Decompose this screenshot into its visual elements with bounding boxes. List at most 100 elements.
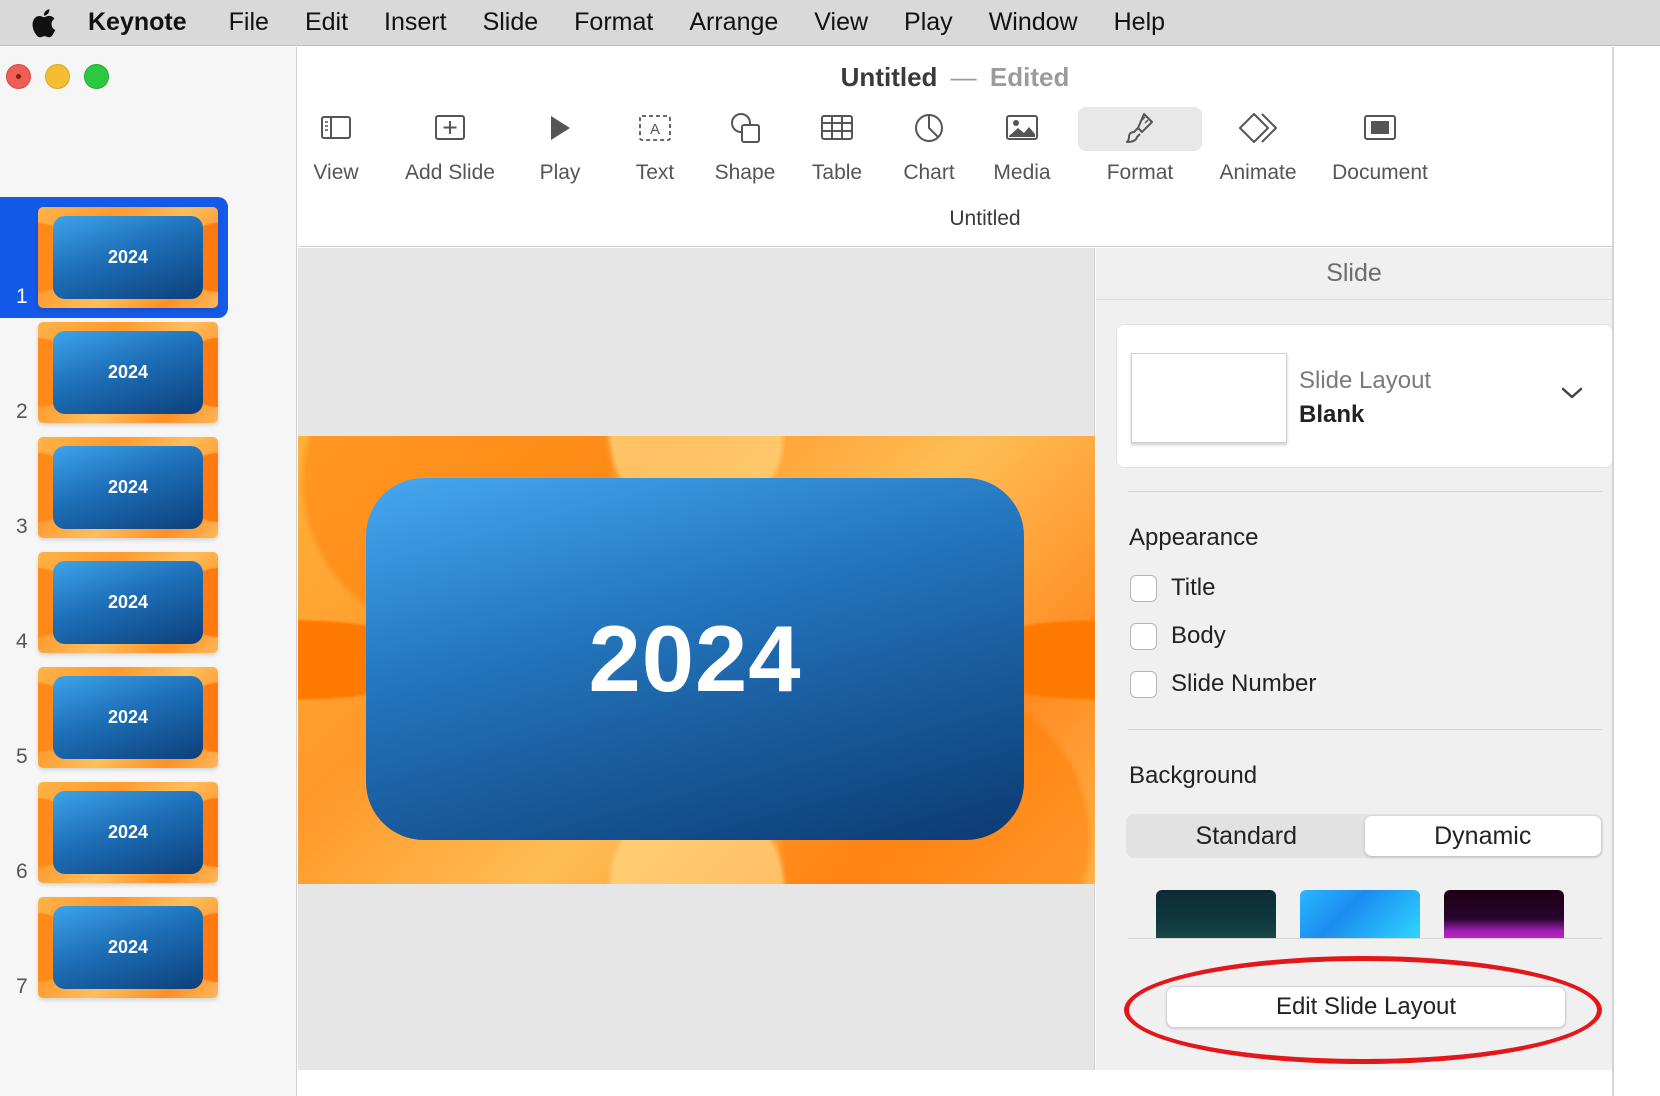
toolbar-format-button[interactable]: Format: [1078, 107, 1202, 185]
slide-number: 5: [16, 745, 28, 768]
slide-layout-selector[interactable]: Slide Layout Blank: [1116, 324, 1613, 468]
slide-thumbnail-1[interactable]: 2024: [38, 207, 218, 308]
play-icon: [549, 107, 571, 149]
slide-thumbnail-text: 2024: [53, 561, 203, 644]
toolbar-label: Document: [1332, 161, 1428, 184]
svg-text:A: A: [650, 121, 660, 138]
dynamic-background-swatch-purple[interactable]: [1444, 890, 1564, 938]
menu-insert[interactable]: Insert: [384, 8, 447, 37]
menu-window[interactable]: Window: [989, 8, 1078, 37]
toolbar-label: Chart: [903, 161, 955, 184]
layout-preview: [1131, 353, 1287, 443]
slide-number: 2: [16, 400, 28, 423]
slide-thumbnail-text: 2024: [53, 791, 203, 874]
window-controls: [6, 64, 109, 89]
document-status: Edited: [989, 62, 1070, 92]
slide-thumbnail-text: 2024: [53, 676, 203, 759]
slide-title-card[interactable]: 2024: [366, 478, 1024, 840]
chevron-down-icon[interactable]: [1560, 385, 1584, 406]
slide-thumbnail-3[interactable]: 2024: [38, 437, 218, 538]
current-slide[interactable]: 2024: [298, 436, 1095, 884]
toolbar-animate-button[interactable]: Animate: [1216, 107, 1300, 185]
dynamic-background-swatch-blue[interactable]: [1300, 890, 1420, 938]
document-title: Untitled — Edited: [298, 62, 1612, 93]
slide-title-text[interactable]: 2024: [588, 605, 801, 713]
toolbar-chart-button[interactable]: Chart: [900, 107, 958, 185]
toolbar-label: View: [313, 161, 359, 184]
toolbar-label: Text: [635, 161, 675, 184]
minimize-window-button[interactable]: [45, 64, 70, 89]
checkbox-label: Body: [1171, 622, 1226, 649]
slide-number: 6: [16, 860, 28, 883]
slide-canvas[interactable]: 2024: [298, 248, 1095, 1070]
slide-layout-label: Slide Layout: [1299, 367, 1432, 394]
toolbar-label: Animate: [1219, 161, 1297, 184]
text-box-icon: A: [639, 107, 671, 149]
slide-thumbnail-5[interactable]: 2024: [38, 667, 218, 768]
toolbar-view-button[interactable]: View: [312, 107, 360, 185]
desktop-background: [1614, 47, 1660, 1096]
menu-view[interactable]: View: [814, 8, 868, 37]
title-separator: —: [950, 62, 977, 92]
dynamic-background-swatch-dark-teal[interactable]: [1156, 890, 1276, 938]
toolbar-document-button[interactable]: Document: [1328, 107, 1432, 185]
toolbar-play-button[interactable]: Play: [536, 107, 584, 185]
menu-app-keynote[interactable]: Keynote: [88, 8, 187, 37]
toolbar-media-button[interactable]: Media: [990, 107, 1054, 185]
checkbox-title[interactable]: Title: [1130, 574, 1215, 602]
slide-layout-value: Blank: [1299, 401, 1365, 428]
slide-thumbnail-text: 2024: [53, 216, 203, 299]
menu-slide[interactable]: Slide: [483, 8, 539, 37]
slide-thumbnail-2[interactable]: 2024: [38, 322, 218, 423]
slide-number: 3: [16, 515, 28, 538]
slide-thumbnail-7[interactable]: 2024: [38, 897, 218, 998]
checkbox-body[interactable]: Body: [1130, 622, 1226, 650]
toolbar-label: Shape: [714, 161, 776, 184]
zoom-window-button[interactable]: [84, 64, 109, 89]
shape-icon: [729, 107, 761, 149]
menu-arrange[interactable]: Arrange: [689, 8, 778, 37]
checkbox-slide-number[interactable]: Slide Number: [1130, 670, 1316, 698]
document-name: Untitled: [840, 62, 938, 92]
slide-thumbnail-text: 2024: [53, 446, 203, 529]
appearance-heading: Appearance: [1129, 524, 1259, 551]
edit-slide-layout-button[interactable]: Edit Slide Layout: [1166, 986, 1566, 1028]
divider: [1128, 938, 1602, 939]
toolbar-text-button[interactable]: A Text: [631, 107, 679, 185]
toolbar-subtitle: Untitled: [949, 207, 1021, 230]
toolbar-shape-button[interactable]: Shape: [710, 107, 780, 185]
checkbox-box[interactable]: [1130, 670, 1157, 698]
background-dynamic-tab[interactable]: Dynamic: [1364, 816, 1601, 856]
slide-thumbnail-text: 2024: [53, 331, 203, 414]
background-standard-tab[interactable]: Standard: [1128, 816, 1365, 856]
divider: [1128, 729, 1602, 730]
slide-number: 4: [16, 630, 28, 653]
slide-thumbnail-text: 2024: [53, 906, 203, 989]
slide-thumbnail-4[interactable]: 2024: [38, 552, 218, 653]
menu-file[interactable]: File: [229, 8, 269, 37]
menu-play[interactable]: Play: [904, 8, 953, 37]
toolbar-add-slide-button[interactable]: Add Slide: [400, 107, 500, 185]
checkbox-box[interactable]: [1130, 622, 1157, 650]
slide-navigator: 2024 1 2024 2 2024 3 2024 4 2024 5 2024 …: [0, 47, 297, 1096]
apple-icon[interactable]: [28, 8, 58, 38]
close-window-button[interactable]: [6, 64, 31, 89]
toolbar-table-button[interactable]: Table: [810, 107, 864, 185]
inspector-tab-slide[interactable]: Slide: [1096, 248, 1612, 300]
menu-format[interactable]: Format: [574, 8, 653, 37]
slide-thumbnail-6[interactable]: 2024: [38, 782, 218, 883]
toolbar-label: Table: [811, 161, 863, 184]
add-slide-icon: [435, 107, 465, 149]
checkbox-label: Slide Number: [1171, 670, 1317, 697]
menu-edit[interactable]: Edit: [305, 8, 348, 37]
menu-help[interactable]: Help: [1114, 8, 1165, 37]
checkbox-box[interactable]: [1130, 574, 1157, 602]
toolbar-label: Media: [993, 161, 1051, 184]
background-type-segmented-control: Standard Dynamic: [1126, 814, 1603, 858]
document-icon: [1364, 107, 1396, 149]
paintbrush-icon: [1125, 107, 1155, 149]
toolbar: Untitled — Edited View Add Slide Play A …: [298, 47, 1612, 247]
slide-number: 7: [16, 975, 28, 998]
divider: [1128, 491, 1602, 492]
media-photo-icon: [1006, 107, 1038, 149]
